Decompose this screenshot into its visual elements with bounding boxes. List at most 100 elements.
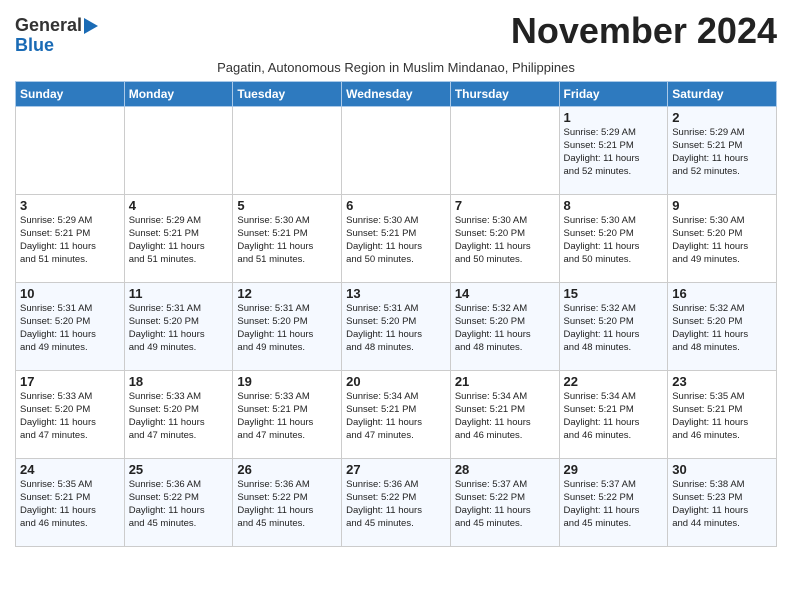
day-number: 14 bbox=[455, 286, 555, 301]
week-row-4: 24Sunrise: 5:35 AM Sunset: 5:21 PM Dayli… bbox=[16, 458, 777, 546]
day-cell: 7Sunrise: 5:30 AM Sunset: 5:20 PM Daylig… bbox=[450, 194, 559, 282]
day-number: 5 bbox=[237, 198, 337, 213]
page-header: General Blue November 2024 bbox=[15, 10, 777, 56]
day-info: Sunrise: 5:37 AM Sunset: 5:22 PM Dayligh… bbox=[455, 478, 555, 531]
day-cell: 19Sunrise: 5:33 AM Sunset: 5:21 PM Dayli… bbox=[233, 370, 342, 458]
month-title: November 2024 bbox=[511, 10, 777, 52]
day-cell: 11Sunrise: 5:31 AM Sunset: 5:20 PM Dayli… bbox=[124, 282, 233, 370]
day-cell: 23Sunrise: 5:35 AM Sunset: 5:21 PM Dayli… bbox=[668, 370, 777, 458]
day-info: Sunrise: 5:30 AM Sunset: 5:20 PM Dayligh… bbox=[455, 214, 555, 267]
day-cell: 25Sunrise: 5:36 AM Sunset: 5:22 PM Dayli… bbox=[124, 458, 233, 546]
day-info: Sunrise: 5:31 AM Sunset: 5:20 PM Dayligh… bbox=[129, 302, 229, 355]
day-info: Sunrise: 5:32 AM Sunset: 5:20 PM Dayligh… bbox=[564, 302, 664, 355]
day-number: 29 bbox=[564, 462, 664, 477]
day-number: 3 bbox=[20, 198, 120, 213]
day-cell bbox=[233, 106, 342, 194]
day-info: Sunrise: 5:36 AM Sunset: 5:22 PM Dayligh… bbox=[346, 478, 446, 531]
day-cell: 8Sunrise: 5:30 AM Sunset: 5:20 PM Daylig… bbox=[559, 194, 668, 282]
day-cell: 30Sunrise: 5:38 AM Sunset: 5:23 PM Dayli… bbox=[668, 458, 777, 546]
day-cell: 4Sunrise: 5:29 AM Sunset: 5:21 PM Daylig… bbox=[124, 194, 233, 282]
day-number: 19 bbox=[237, 374, 337, 389]
header-row: SundayMondayTuesdayWednesdayThursdayFrid… bbox=[16, 81, 777, 106]
day-cell: 20Sunrise: 5:34 AM Sunset: 5:21 PM Dayli… bbox=[342, 370, 451, 458]
day-number: 24 bbox=[20, 462, 120, 477]
day-cell: 15Sunrise: 5:32 AM Sunset: 5:20 PM Dayli… bbox=[559, 282, 668, 370]
day-info: Sunrise: 5:34 AM Sunset: 5:21 PM Dayligh… bbox=[455, 390, 555, 443]
day-info: Sunrise: 5:32 AM Sunset: 5:20 PM Dayligh… bbox=[455, 302, 555, 355]
calendar-body: 1Sunrise: 5:29 AM Sunset: 5:21 PM Daylig… bbox=[16, 106, 777, 546]
day-number: 13 bbox=[346, 286, 446, 301]
day-info: Sunrise: 5:36 AM Sunset: 5:22 PM Dayligh… bbox=[237, 478, 337, 531]
day-info: Sunrise: 5:29 AM Sunset: 5:21 PM Dayligh… bbox=[564, 126, 664, 179]
calendar-table: SundayMondayTuesdayWednesdayThursdayFrid… bbox=[15, 81, 777, 547]
day-cell: 14Sunrise: 5:32 AM Sunset: 5:20 PM Dayli… bbox=[450, 282, 559, 370]
day-number: 23 bbox=[672, 374, 772, 389]
page-subtitle: Pagatin, Autonomous Region in Muslim Min… bbox=[15, 60, 777, 75]
day-cell: 9Sunrise: 5:30 AM Sunset: 5:20 PM Daylig… bbox=[668, 194, 777, 282]
day-cell: 17Sunrise: 5:33 AM Sunset: 5:20 PM Dayli… bbox=[16, 370, 125, 458]
day-info: Sunrise: 5:34 AM Sunset: 5:21 PM Dayligh… bbox=[564, 390, 664, 443]
day-number: 16 bbox=[672, 286, 772, 301]
day-info: Sunrise: 5:35 AM Sunset: 5:21 PM Dayligh… bbox=[672, 390, 772, 443]
day-info: Sunrise: 5:33 AM Sunset: 5:21 PM Dayligh… bbox=[237, 390, 337, 443]
header-sunday: Sunday bbox=[16, 81, 125, 106]
day-info: Sunrise: 5:31 AM Sunset: 5:20 PM Dayligh… bbox=[20, 302, 120, 355]
day-cell: 1Sunrise: 5:29 AM Sunset: 5:21 PM Daylig… bbox=[559, 106, 668, 194]
day-cell: 24Sunrise: 5:35 AM Sunset: 5:21 PM Dayli… bbox=[16, 458, 125, 546]
day-cell bbox=[450, 106, 559, 194]
day-number: 1 bbox=[564, 110, 664, 125]
week-row-1: 3Sunrise: 5:29 AM Sunset: 5:21 PM Daylig… bbox=[16, 194, 777, 282]
day-number: 10 bbox=[20, 286, 120, 301]
day-info: Sunrise: 5:35 AM Sunset: 5:21 PM Dayligh… bbox=[20, 478, 120, 531]
day-info: Sunrise: 5:33 AM Sunset: 5:20 PM Dayligh… bbox=[20, 390, 120, 443]
logo-blue: Blue bbox=[15, 36, 54, 56]
day-number: 4 bbox=[129, 198, 229, 213]
calendar-header: SundayMondayTuesdayWednesdayThursdayFrid… bbox=[16, 81, 777, 106]
week-row-2: 10Sunrise: 5:31 AM Sunset: 5:20 PM Dayli… bbox=[16, 282, 777, 370]
day-info: Sunrise: 5:31 AM Sunset: 5:20 PM Dayligh… bbox=[346, 302, 446, 355]
day-number: 22 bbox=[564, 374, 664, 389]
day-info: Sunrise: 5:38 AM Sunset: 5:23 PM Dayligh… bbox=[672, 478, 772, 531]
day-number: 21 bbox=[455, 374, 555, 389]
day-info: Sunrise: 5:37 AM Sunset: 5:22 PM Dayligh… bbox=[564, 478, 664, 531]
day-number: 12 bbox=[237, 286, 337, 301]
day-info: Sunrise: 5:29 AM Sunset: 5:21 PM Dayligh… bbox=[20, 214, 120, 267]
day-info: Sunrise: 5:33 AM Sunset: 5:20 PM Dayligh… bbox=[129, 390, 229, 443]
day-cell: 18Sunrise: 5:33 AM Sunset: 5:20 PM Dayli… bbox=[124, 370, 233, 458]
day-cell: 26Sunrise: 5:36 AM Sunset: 5:22 PM Dayli… bbox=[233, 458, 342, 546]
week-row-0: 1Sunrise: 5:29 AM Sunset: 5:21 PM Daylig… bbox=[16, 106, 777, 194]
day-cell: 28Sunrise: 5:37 AM Sunset: 5:22 PM Dayli… bbox=[450, 458, 559, 546]
logo-arrow-icon bbox=[84, 18, 98, 34]
header-saturday: Saturday bbox=[668, 81, 777, 106]
day-cell: 5Sunrise: 5:30 AM Sunset: 5:21 PM Daylig… bbox=[233, 194, 342, 282]
day-number: 27 bbox=[346, 462, 446, 477]
day-cell: 29Sunrise: 5:37 AM Sunset: 5:22 PM Dayli… bbox=[559, 458, 668, 546]
day-cell: 27Sunrise: 5:36 AM Sunset: 5:22 PM Dayli… bbox=[342, 458, 451, 546]
day-number: 11 bbox=[129, 286, 229, 301]
header-friday: Friday bbox=[559, 81, 668, 106]
day-info: Sunrise: 5:30 AM Sunset: 5:21 PM Dayligh… bbox=[237, 214, 337, 267]
day-info: Sunrise: 5:34 AM Sunset: 5:21 PM Dayligh… bbox=[346, 390, 446, 443]
day-number: 8 bbox=[564, 198, 664, 213]
day-number: 20 bbox=[346, 374, 446, 389]
day-cell bbox=[342, 106, 451, 194]
day-number: 30 bbox=[672, 462, 772, 477]
header-tuesday: Tuesday bbox=[233, 81, 342, 106]
day-cell: 21Sunrise: 5:34 AM Sunset: 5:21 PM Dayli… bbox=[450, 370, 559, 458]
day-number: 6 bbox=[346, 198, 446, 213]
week-row-3: 17Sunrise: 5:33 AM Sunset: 5:20 PM Dayli… bbox=[16, 370, 777, 458]
day-cell: 22Sunrise: 5:34 AM Sunset: 5:21 PM Dayli… bbox=[559, 370, 668, 458]
logo: General Blue bbox=[15, 16, 98, 56]
header-thursday: Thursday bbox=[450, 81, 559, 106]
day-info: Sunrise: 5:32 AM Sunset: 5:20 PM Dayligh… bbox=[672, 302, 772, 355]
day-cell: 10Sunrise: 5:31 AM Sunset: 5:20 PM Dayli… bbox=[16, 282, 125, 370]
day-cell bbox=[16, 106, 125, 194]
day-number: 17 bbox=[20, 374, 120, 389]
header-wednesday: Wednesday bbox=[342, 81, 451, 106]
day-info: Sunrise: 5:30 AM Sunset: 5:20 PM Dayligh… bbox=[672, 214, 772, 267]
day-info: Sunrise: 5:29 AM Sunset: 5:21 PM Dayligh… bbox=[672, 126, 772, 179]
day-number: 25 bbox=[129, 462, 229, 477]
logo-general: General bbox=[15, 16, 82, 36]
day-number: 15 bbox=[564, 286, 664, 301]
day-info: Sunrise: 5:31 AM Sunset: 5:20 PM Dayligh… bbox=[237, 302, 337, 355]
